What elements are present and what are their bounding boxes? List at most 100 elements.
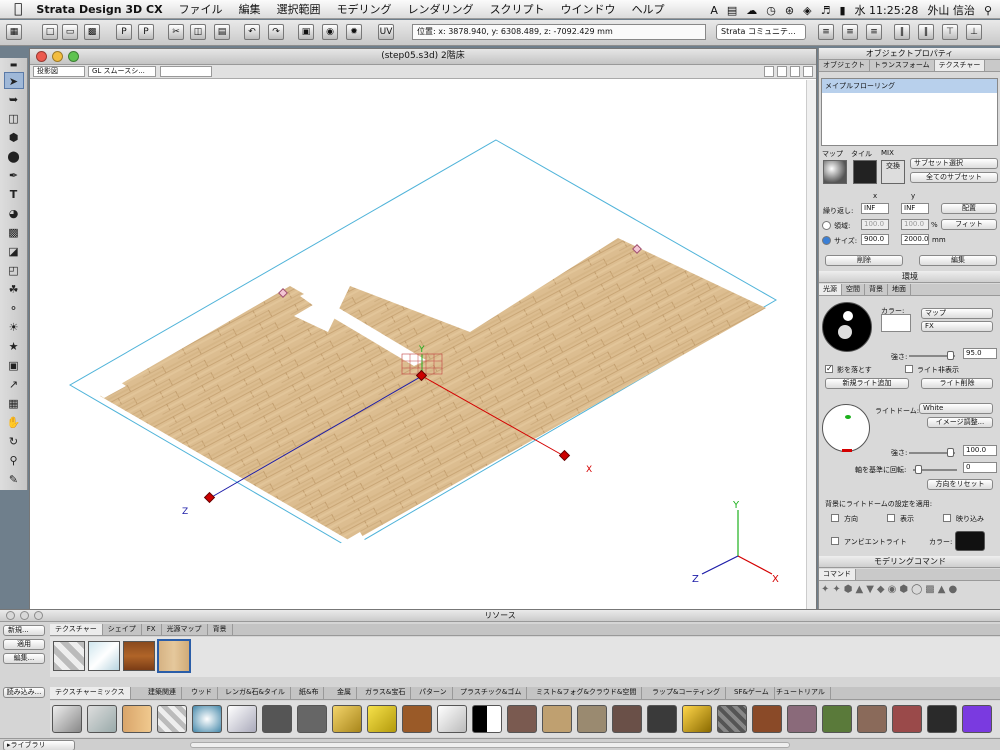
tab-texture[interactable]: テクスチャー: [934, 60, 986, 71]
tab-light-maps[interactable]: 光源マップ: [162, 624, 208, 635]
size-radio[interactable]: [822, 236, 831, 245]
menu-script[interactable]: スクリプト: [490, 1, 545, 17]
category-mist-fog-cloud[interactable]: ミスト&フォグ&クラウド&空間: [531, 687, 643, 699]
tab-shapes[interactable]: シェイプ: [103, 624, 142, 635]
command-icon-5[interactable]: ▼: [866, 584, 874, 608]
ambient-checkbox[interactable]: [831, 537, 839, 545]
user-name[interactable]: 外山 信治: [927, 2, 975, 18]
uv-icon[interactable]: UV: [378, 24, 394, 40]
library-swatch-11[interactable]: [402, 705, 432, 733]
category-metal[interactable]: 金属: [332, 687, 357, 699]
command-icon-11[interactable]: ▲: [938, 584, 946, 608]
light-preview-sphere[interactable]: [822, 302, 872, 352]
swap-button[interactable]: 交換: [881, 160, 905, 184]
clock[interactable]: 水 11:25:28: [855, 2, 919, 18]
cloud-icon[interactable]: ☁: [746, 4, 757, 17]
tab-background[interactable]: 背景: [865, 284, 888, 295]
floor-main[interactable]: [100, 238, 766, 542]
boolean-tool-icon[interactable]: ◰: [4, 262, 24, 279]
mirror-tool-icon[interactable]: ◪: [4, 243, 24, 260]
zoom-slider[interactable]: [160, 66, 212, 77]
menu-help[interactable]: ヘルプ: [632, 1, 665, 17]
apply-reflect-checkbox[interactable]: [943, 514, 951, 522]
texture-list-item[interactable]: メイプルフローリング: [822, 79, 997, 93]
library-swatch-8[interactable]: [297, 705, 327, 733]
library-swatch-24[interactable]: [857, 705, 887, 733]
render-mode-select[interactable]: GL スムースシ...: [88, 66, 156, 77]
projection-select[interactable]: 投影図: [33, 66, 85, 77]
category-plastic-rubber[interactable]: プラスチック&ゴム: [455, 687, 528, 699]
resources-zoom-button[interactable]: [34, 611, 43, 620]
area-radio[interactable]: [822, 221, 831, 230]
library-swatch-5[interactable]: [192, 705, 222, 733]
library-swatch-20[interactable]: [717, 705, 747, 733]
map-sphere-icon[interactable]: [823, 160, 847, 184]
cast-shadow-checkbox[interactable]: ✓: [825, 365, 833, 373]
category-wrap-coating[interactable]: ラップ&コーティング: [647, 687, 727, 699]
fit-button[interactable]: フィット: [941, 219, 997, 230]
library-scrollbar[interactable]: [190, 742, 790, 748]
library-swatch-2[interactable]: [87, 705, 117, 733]
strength-slider[interactable]: [909, 351, 955, 360]
library-swatch-15[interactable]: [542, 705, 572, 733]
command-icon-1[interactable]: ✦: [821, 584, 829, 608]
open-folder-icon[interactable]: ▭: [62, 24, 78, 40]
bevel-tool-icon[interactable]: ☘: [4, 281, 24, 298]
library-swatch-21[interactable]: [752, 705, 782, 733]
spotlight-icon[interactable]: ⚲: [984, 4, 992, 17]
maple-flooring-swatch[interactable]: [157, 639, 191, 673]
dome-strength-slider[interactable]: [909, 448, 955, 457]
tab-space[interactable]: 空間: [842, 284, 865, 295]
library-swatch-9[interactable]: [332, 705, 362, 733]
library-swatch-16[interactable]: [577, 705, 607, 733]
library-swatch-22[interactable]: [787, 705, 817, 733]
photoshop-export-icon[interactable]: P: [116, 24, 132, 40]
category-tutorial[interactable]: チュートリアル: [771, 687, 831, 699]
library-swatch-17[interactable]: [612, 705, 642, 733]
text-tool-icon[interactable]: T: [4, 186, 24, 203]
area-x-field[interactable]: 100.0: [861, 219, 889, 230]
strength-field[interactable]: 95.0: [963, 348, 997, 359]
frame-icon[interactable]: ▦: [6, 24, 22, 40]
redo-icon[interactable]: ↷: [268, 24, 284, 40]
command-icon-12[interactable]: ●: [948, 584, 957, 608]
category-wood[interactable]: ウッド: [186, 687, 218, 699]
hand-tool-icon[interactable]: ✋: [4, 414, 24, 431]
light-color-swatch[interactable]: [881, 314, 911, 332]
new-resource-button[interactable]: 新規...: [3, 625, 45, 636]
save-icon[interactable]: ▩: [84, 24, 100, 40]
path-tool-icon[interactable]: ↗: [4, 376, 24, 393]
load-resource-button[interactable]: 読み込み...: [3, 687, 45, 698]
community-dropdown[interactable]: Strata コミュニテ...: [716, 24, 806, 40]
menu-rendering[interactable]: レンダリング: [408, 1, 474, 17]
spotlight-tool-icon[interactable]: ★: [4, 338, 24, 355]
category-sf-game[interactable]: SF&ゲーム: [729, 687, 775, 699]
align-right-icon[interactable]: ≡: [866, 24, 882, 40]
hide-light-checkbox[interactable]: [905, 365, 913, 373]
apply-show-checkbox[interactable]: [887, 514, 895, 522]
quad-view-icon[interactable]: [790, 66, 800, 77]
tab-object[interactable]: オブジェクト: [819, 60, 870, 71]
size-x-field[interactable]: 900.0: [861, 234, 889, 245]
edit-texture-button[interactable]: 編集: [919, 255, 997, 266]
texture-mix-swatch[interactable]: [53, 641, 85, 671]
zoom-window-button[interactable]: [68, 51, 79, 62]
category-glass-gem[interactable]: ガラス&宝石: [360, 687, 412, 699]
align-top-icon[interactable]: ⊤: [942, 24, 958, 40]
resources-minimize-button[interactable]: [20, 611, 29, 620]
command-icon-4[interactable]: ▲: [856, 584, 864, 608]
tile-grid-icon[interactable]: [853, 160, 877, 184]
library-swatch-13[interactable]: [472, 705, 502, 733]
resources-close-button[interactable]: [6, 611, 15, 620]
collapse-icon[interactable]: ▬: [4, 60, 24, 70]
apply-resource-button[interactable]: 適用: [3, 639, 45, 650]
subset-select[interactable]: サブセット選択: [910, 158, 998, 169]
edit-resource-button[interactable]: 編集...: [3, 653, 45, 664]
grid-tool-icon[interactable]: ▦: [4, 395, 24, 412]
delete-light-button[interactable]: ライト削除: [921, 378, 993, 389]
eyedropper-tool-icon[interactable]: ✎: [4, 471, 24, 488]
joint-tool-icon[interactable]: ⚬: [4, 300, 24, 317]
library-swatch-4[interactable]: [157, 705, 187, 733]
delete-texture-button[interactable]: 削除: [825, 255, 903, 266]
ambient-color-swatch[interactable]: [955, 531, 985, 551]
